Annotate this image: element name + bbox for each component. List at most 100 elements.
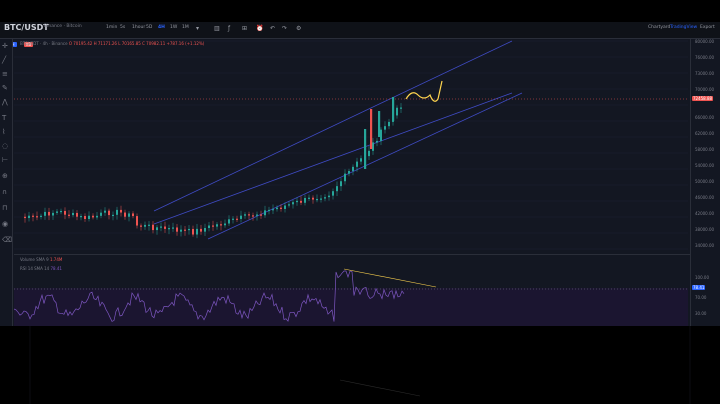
candle-body [76, 212, 78, 217]
trash-icon[interactable]: ⌫ [2, 237, 12, 244]
channel-upper-line [153, 40, 513, 212]
fib-icon[interactable]: ≡ [2, 71, 8, 78]
candle-body [72, 212, 74, 216]
price-tick: 50000.00 [695, 179, 715, 184]
price-tick: 42000.00 [695, 211, 715, 216]
measure-icon[interactable]: ⊢ [2, 157, 8, 164]
candle-body [228, 219, 230, 224]
candle-body [180, 229, 182, 232]
undo-icon[interactable]: ↶ [270, 25, 275, 32]
candle-body [384, 126, 386, 130]
legend-values: O 70195.42 H 71171.26 L 70165.85 C 70982… [68, 41, 205, 46]
candle-body [316, 198, 318, 201]
candle-body [24, 216, 26, 219]
shape-icon[interactable]: ◌ [2, 143, 8, 150]
tf-1hour[interactable]: 1hour [132, 25, 145, 30]
trendline-icon[interactable]: ╱ [2, 57, 6, 64]
candle-body [240, 215, 242, 219]
candle-body [136, 216, 138, 226]
candle-body [352, 166, 354, 172]
candle-body [184, 229, 186, 231]
candle-body [276, 207, 278, 210]
candle-body [52, 212, 54, 216]
candle-body [124, 212, 126, 217]
chevron-down-icon[interactable]: ▾ [196, 25, 199, 32]
candle-body [84, 216, 86, 220]
tf-4h[interactable]: 4H [158, 25, 165, 30]
text-icon[interactable]: T [2, 115, 6, 122]
eye-icon[interactable]: ◉ [2, 221, 8, 228]
lock-icon[interactable]: ⊓ [2, 205, 7, 212]
candle-body [200, 228, 202, 232]
magnet-icon[interactable]: ∩ [2, 189, 7, 196]
link-export[interactable]: Export [700, 25, 715, 30]
candle-body [140, 225, 142, 227]
tf-1m[interactable]: 1M [182, 25, 189, 30]
candle-body [400, 107, 402, 109]
candle-type-icon[interactable]: ▥ [214, 25, 220, 32]
candle-body [216, 224, 218, 227]
candle-body [96, 215, 98, 218]
alert-icon[interactable]: ⏰ [256, 25, 263, 32]
candle-body [80, 216, 82, 218]
link-tradingview[interactable]: TradingView [670, 25, 697, 30]
price-tick: 46000.00 [695, 195, 715, 200]
tf-1min[interactable]: 1min [106, 25, 117, 30]
top-toolbar: BTC/USDT Binance · Bitcoin POH VB 1min 5… [0, 22, 720, 47]
price-axis[interactable]: 80000.00 76000.00 73000.00 70000.00 7245… [690, 39, 720, 326]
candle-body [88, 215, 90, 220]
symbol-chips: POH VB [4, 31, 35, 47]
candle-body [324, 197, 326, 199]
legend-source: Binance [51, 41, 68, 46]
last-price-tag: 72458.88 [692, 96, 714, 101]
candle-body [300, 200, 302, 203]
candle-body [128, 213, 130, 217]
price-tick: 34000.00 [695, 243, 715, 248]
price-tick: 73000.00 [695, 71, 715, 76]
candle-body [32, 215, 34, 217]
link-chartyard[interactable]: Chartyard [648, 25, 670, 30]
candle-body [304, 197, 306, 203]
candle-body [112, 214, 114, 217]
candle-body [364, 129, 367, 169]
candle-body [132, 213, 134, 217]
pane-separator[interactable] [14, 254, 690, 255]
compare-icon[interactable]: ⊞ [242, 25, 247, 32]
candle-body [192, 228, 194, 235]
candle-body [36, 216, 38, 218]
candle-body [60, 210, 62, 213]
price-tick: 66000.00 [695, 115, 715, 120]
candle-body [376, 140, 378, 143]
candle-body [172, 227, 174, 229]
crosshair-icon[interactable]: ✛ [2, 43, 8, 50]
tf-1w[interactable]: 1W [170, 25, 177, 30]
ohlc-legend: BTCUSDT · 4h · Binance O 70195.42 H 7117… [20, 41, 205, 46]
candle-body [232, 218, 234, 220]
candle-body [370, 109, 373, 149]
candle-body [272, 209, 274, 211]
rsi-background [14, 288, 688, 326]
reflection-line [339, 379, 421, 397]
rsi-value-tag: 78.41 [692, 285, 706, 290]
settings-icon[interactable]: ⚙ [296, 25, 301, 32]
candle-body [244, 214, 246, 216]
tf-5d[interactable]: 5D [146, 25, 152, 30]
redo-icon[interactable]: ↷ [282, 25, 287, 32]
brush-icon[interactable]: ✎ [2, 85, 8, 92]
candle-body [68, 214, 70, 216]
candle-body [64, 210, 66, 215]
zoom-icon[interactable]: ⊕ [2, 173, 8, 180]
candle-body [368, 150, 370, 157]
candle-body [28, 215, 30, 219]
indicators-icon[interactable]: ƒ [228, 25, 230, 32]
candle-body [144, 224, 146, 227]
reflection-area [29, 326, 691, 404]
candle-body [156, 227, 158, 231]
candle-body [328, 195, 330, 198]
candle-body [348, 171, 350, 174]
price-chart[interactable] [14, 39, 688, 326]
pattern-icon[interactable]: ⋀ [2, 99, 8, 106]
tf-5s[interactable]: 5s [120, 25, 125, 30]
forecast-icon[interactable]: ⌇ [2, 129, 5, 136]
candle-body [356, 161, 358, 167]
